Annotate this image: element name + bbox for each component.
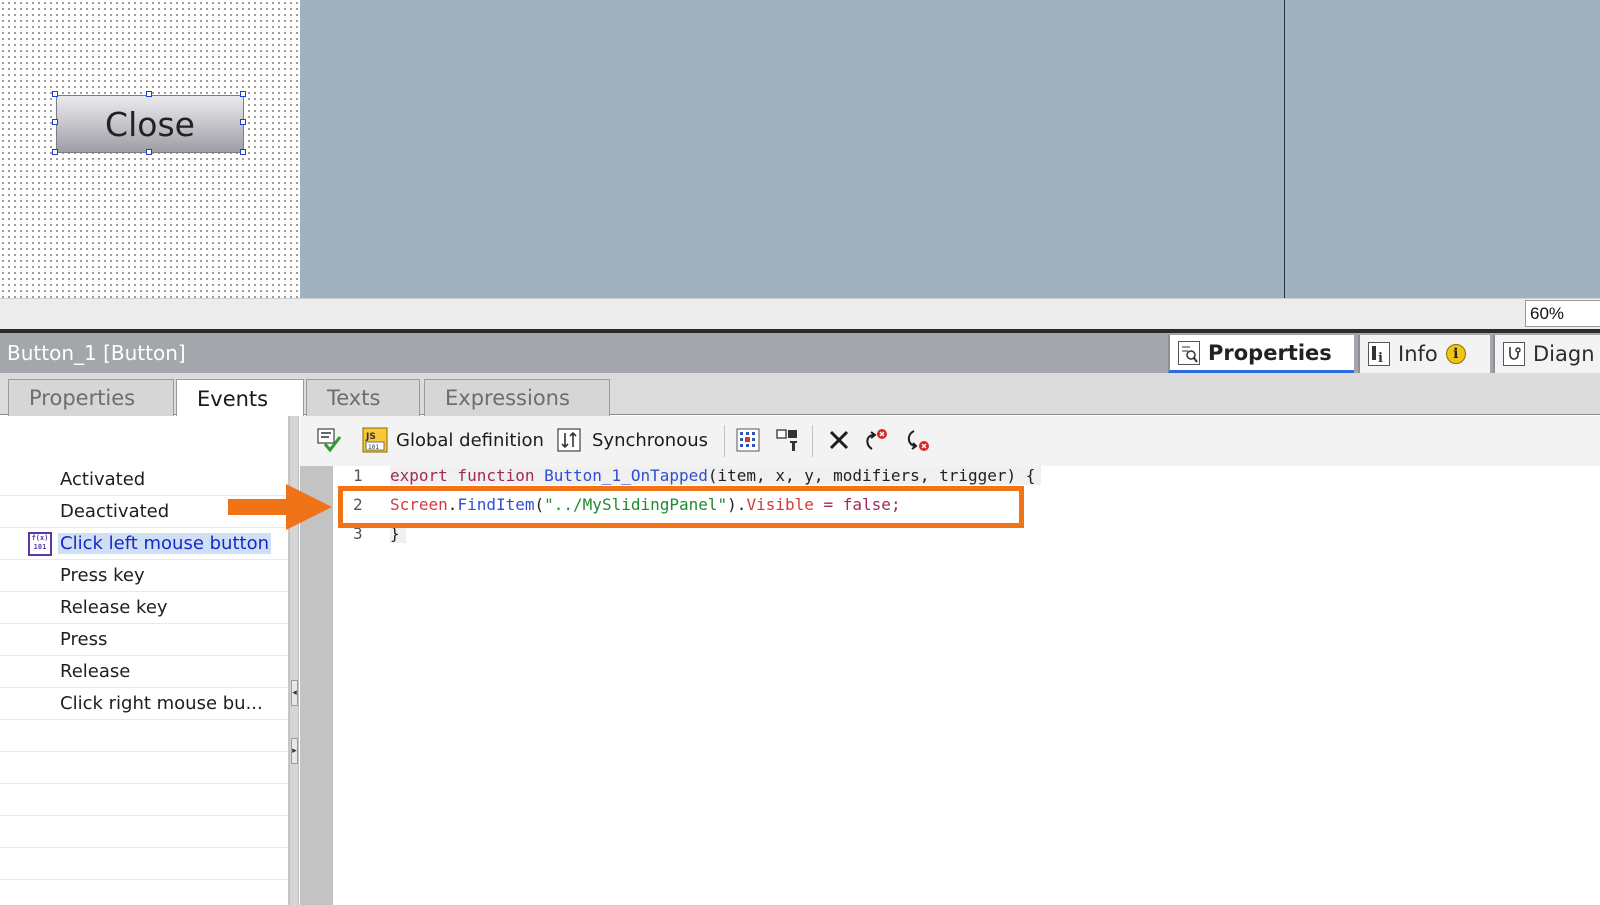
tab-texts[interactable]: Texts [306,379,420,416]
close-button-widget[interactable]: Close [56,95,244,153]
diagnostics-icon [1503,342,1525,366]
inspector-title: Button_1 [Button] [7,341,186,365]
event-label: Click right mouse bu... [60,693,263,714]
event-label: Release key [60,597,168,618]
js-global-definition-icon[interactable]: JS 101 [362,427,388,453]
magnifier-properties-icon [1178,340,1200,365]
event-item-release[interactable]: Release [0,656,288,688]
code-token: Screen [390,495,448,514]
code-token: FindItem [457,495,535,514]
svg-text:JS: JS [365,432,376,442]
toolbar-separator [812,425,813,457]
event-label: Press key [60,565,145,586]
screen-canvas[interactable]: Close [0,0,1600,298]
info-icon: i [1368,342,1390,366]
object-info-icon[interactable] [775,427,801,453]
info-badge-icon: i [1445,344,1466,364]
zoom-bar [0,298,1600,330]
code-token: . [447,495,458,514]
tab-properties[interactable]: Properties [8,379,174,416]
side-tab-label: Properties [1208,340,1332,365]
code-token: ). [727,495,747,514]
event-item-release-key[interactable]: Release key [0,592,288,624]
tab-expressions[interactable]: Expressions [424,379,610,416]
selection-handle[interactable] [240,149,246,155]
empty-row [0,784,288,816]
event-item-click-left-mouse-button[interactable]: f(x) 101 Click left mouse button [0,528,288,560]
code-token: ( [534,495,545,514]
event-label: Deactivated [60,501,170,522]
synchronous-icon[interactable] [556,427,582,453]
svg-text:i: i [1378,351,1383,365]
zoom-input[interactable]: 60% [1525,300,1600,327]
tab-events[interactable]: Events [176,379,304,417]
check-script-icon[interactable] [316,427,342,453]
line-number: 2 [353,495,363,514]
code-editor[interactable] [333,466,1600,905]
event-label: Click left mouse button [58,533,271,554]
collapse-left-icon[interactable]: ◂ [291,680,298,706]
snippets-grid-icon[interactable] [735,427,761,453]
event-item-press-key[interactable]: Press key [0,560,288,592]
side-tab-diagnostics[interactable]: Diagn [1493,335,1600,373]
selection-handle[interactable] [52,91,58,97]
event-label: Activated [60,469,146,490]
callout-arrow-icon [228,484,332,530]
screen-design-area[interactable]: Close [0,0,300,298]
event-item-press[interactable]: Press [0,624,288,656]
function-name: Button_1_OnTapped [544,466,708,485]
side-tab-label: Info [1398,342,1438,366]
delete-icon[interactable] [826,427,852,453]
global-definition-label[interactable]: Global definition [396,430,544,451]
event-item-click-right-mouse-button[interactable]: Click right mouse bu... [0,688,288,720]
selection-handle[interactable] [240,91,246,97]
script-function-icon: f(x) 101 [28,532,52,556]
side-tab-info[interactable]: i Info i [1358,335,1490,373]
expand-right-icon[interactable]: ▸ [291,738,298,764]
event-label: Release [60,661,131,682]
code-token: Visible [746,495,814,514]
empty-row [0,752,288,784]
line-number: 1 [353,466,363,485]
canvas-divider [1284,0,1285,298]
empty-row [0,720,288,752]
redo-error-icon[interactable] [904,427,930,453]
side-tab-label: Diagn [1533,342,1595,366]
selection-handle[interactable] [146,149,152,155]
side-tab-properties[interactable]: Properties [1168,335,1354,373]
code-token: "../MySlidingPanel" [544,495,728,514]
empty-row [0,816,288,848]
toolbar-separator [724,425,725,457]
code-token: = false; [813,495,901,514]
synchronous-label[interactable]: Synchronous [592,430,708,451]
undo-error-icon[interactable] [862,427,888,453]
selection-handle[interactable] [52,119,58,125]
selection-handle[interactable] [240,119,246,125]
event-label: Press [60,629,108,650]
code-line-1[interactable]: export function Button_1_OnTapped(item, … [390,466,1042,485]
svg-text:101: 101 [368,444,379,451]
selection-handle[interactable] [146,91,152,97]
keyword: export function [390,466,545,485]
code-line-2[interactable]: Screen.FindItem("../MySlidingPanel").Vis… [390,495,901,514]
selection-handle[interactable] [52,149,58,155]
empty-row [0,848,288,880]
function-args: (item, x, y, modifiers, trigger) { [707,466,1036,485]
